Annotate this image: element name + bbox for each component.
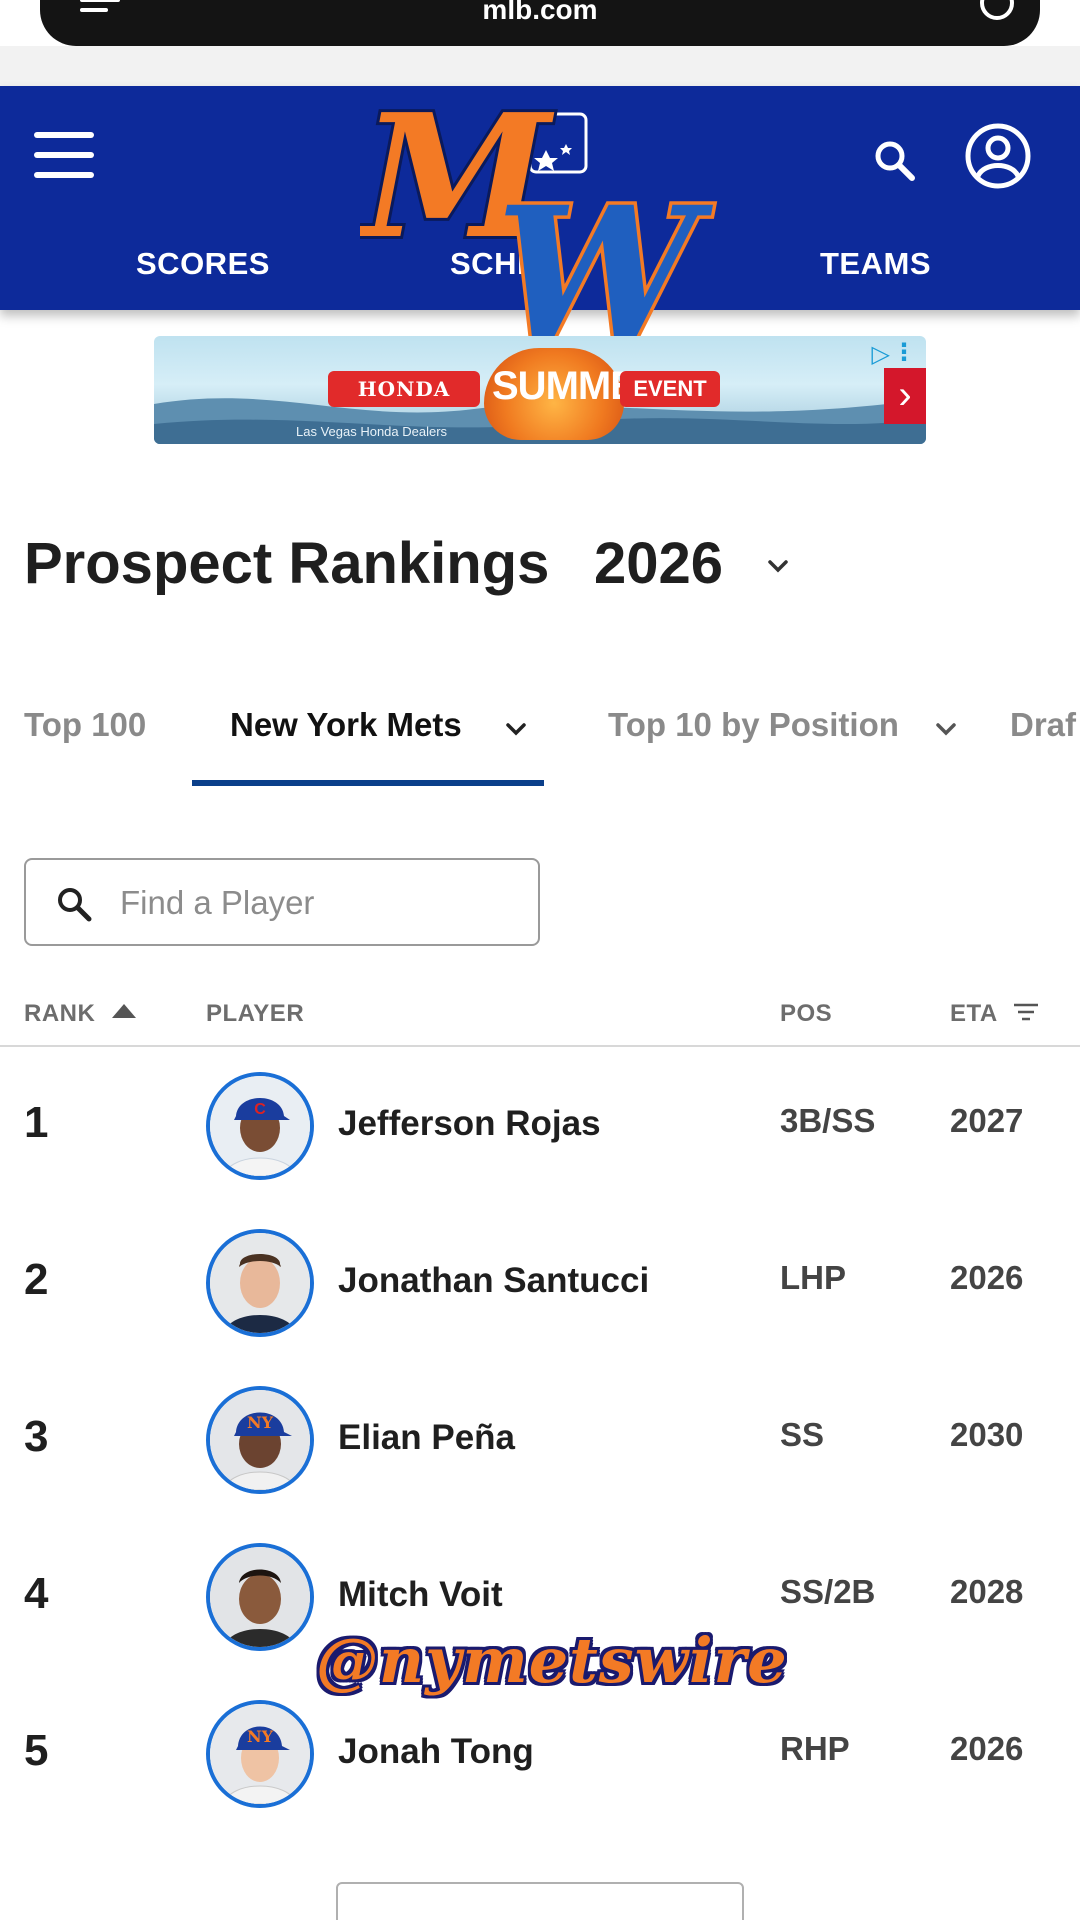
rank-value: 5 [24, 1726, 49, 1775]
ad-summer-label: SUMMER [492, 364, 665, 408]
ad-banner[interactable]: HONDA SUMMER EVENT Las Vegas Honda Deale… [154, 336, 926, 444]
browser-gap [0, 46, 1080, 86]
svg-text:NY: NY [247, 1413, 274, 1432]
table-row[interactable]: 3 NY Elian Peña SS 2030 [0, 1362, 1080, 1519]
player-eta: 2027 [950, 1102, 1024, 1139]
player-position: 3B/SS [780, 1102, 876, 1139]
tab-top-10-by-position[interactable]: Top 10 by Position [608, 706, 899, 744]
player-photo-icon: C [210, 1076, 310, 1176]
tab-draft[interactable]: Draf [1010, 706, 1076, 744]
column-header-pos: POS [780, 1000, 833, 1027]
ad-dealers-text: Las Vegas Honda Dealers [296, 424, 448, 439]
player-name[interactable]: Jefferson Rojas [338, 1104, 601, 1144]
player-name[interactable]: Elian Peña [338, 1418, 515, 1458]
player-photo-icon [210, 1233, 310, 1333]
column-header-player: PLAYER [206, 1000, 305, 1027]
player-position: RHP [780, 1730, 850, 1767]
player-eta: 2030 [950, 1416, 1024, 1453]
tab-new-york-mets[interactable]: New York Mets [230, 706, 462, 744]
search-icon[interactable] [872, 138, 916, 182]
ad-honda-label: HONDA [328, 371, 480, 407]
year-select[interactable]: 2026 [594, 530, 723, 597]
player-avatar[interactable]: NY [206, 1386, 314, 1494]
player-position: LHP [780, 1259, 846, 1296]
rank-value: 2 [24, 1255, 49, 1304]
column-header-eta[interactable]: ETA [950, 1000, 998, 1028]
ad-arrow-icon[interactable]: › [884, 368, 926, 424]
page-title: Prospect Rankings [24, 531, 550, 596]
profile-icon[interactable] [964, 122, 1032, 190]
watermark: @nymetswire [316, 1624, 788, 1697]
url-text[interactable]: mlb.com [40, 0, 1040, 26]
rank-value: 3 [24, 1412, 49, 1461]
chevron-down-icon[interactable] [934, 720, 958, 738]
load-more-button[interactable] [336, 1882, 744, 1920]
player-photo-icon [210, 1547, 310, 1647]
adchoices-icon[interactable]: ▷ [872, 340, 890, 369]
player-eta: 2026 [950, 1259, 1024, 1296]
player-name[interactable]: Jonathan Santucci [338, 1261, 649, 1301]
ad-menu-icon[interactable]: ⋮ [892, 338, 916, 367]
player-eta: 2028 [950, 1573, 1024, 1610]
chevron-down-icon[interactable] [504, 720, 528, 738]
active-tab-indicator [192, 780, 544, 786]
mw-logo[interactable]: M W [360, 86, 720, 346]
player-photo-icon: NY [210, 1390, 310, 1490]
table-row[interactable]: 2 Jonathan Santucci LHP 2026 [0, 1205, 1080, 1362]
chevron-down-icon[interactable] [764, 556, 792, 576]
svg-text:C: C [254, 1101, 266, 1118]
search-input[interactable] [120, 878, 520, 928]
tab-top-100[interactable]: Top 100 [24, 706, 146, 744]
rank-value: 4 [24, 1569, 49, 1618]
hamburger-icon[interactable] [34, 132, 94, 178]
sort-up-icon[interactable] [110, 1002, 138, 1020]
player-avatar[interactable] [206, 1543, 314, 1651]
player-avatar[interactable] [206, 1229, 314, 1337]
search-icon [58, 888, 92, 922]
player-photo-icon: NY [210, 1704, 310, 1804]
column-header-rank[interactable]: RANK [24, 1000, 95, 1028]
table-row[interactable]: 1 C Jefferson Rojas 3B/SS 2027 [0, 1048, 1080, 1205]
player-avatar[interactable]: C [206, 1072, 314, 1180]
ad-event-label: EVENT [620, 371, 720, 407]
player-name[interactable]: Mitch Voit [338, 1575, 503, 1615]
table-row[interactable]: 5 NY Jonah Tong RHP 2026 [0, 1676, 1080, 1833]
player-name[interactable]: Jonah Tong [338, 1732, 534, 1772]
nav-teams[interactable]: TEAMS [820, 246, 931, 282]
table-header-divider [0, 1045, 1080, 1047]
filter-icon[interactable] [1012, 1002, 1040, 1022]
player-eta: 2026 [950, 1730, 1024, 1767]
player-avatar[interactable]: NY [206, 1700, 314, 1808]
rank-value: 1 [24, 1098, 49, 1147]
nav-scores[interactable]: SCORES [136, 246, 270, 282]
player-position: SS/2B [780, 1573, 876, 1610]
search-field[interactable] [24, 858, 540, 946]
player-position: SS [780, 1416, 825, 1453]
browser-url-bar[interactable]: mlb.com [40, 0, 1040, 46]
svg-text:NY: NY [247, 1727, 274, 1746]
svg-text:W: W [496, 168, 713, 346]
